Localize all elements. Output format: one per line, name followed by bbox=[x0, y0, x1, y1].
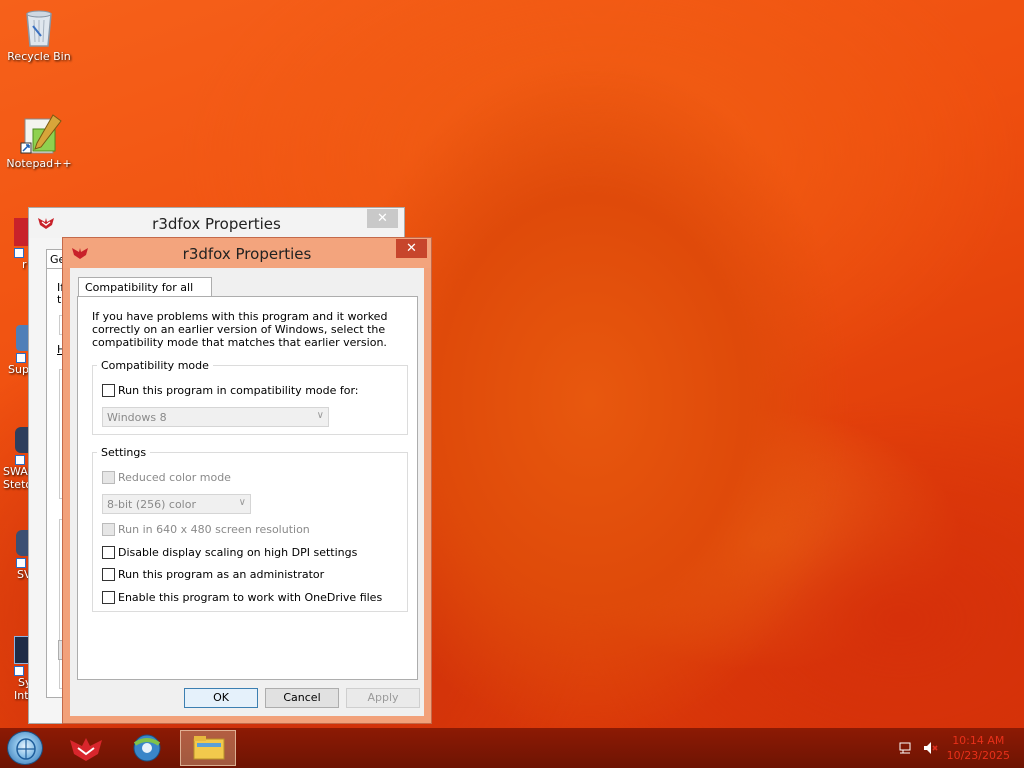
chevron-down-icon: ∨ bbox=[316, 410, 324, 421]
checkbox-label: Reduced color mode bbox=[118, 471, 231, 484]
group-legend: Compatibility mode bbox=[101, 359, 209, 372]
taskbar-file-explorer[interactable] bbox=[180, 730, 236, 766]
color-depth-dropdown: 8-bit (256) color ∨ bbox=[102, 494, 251, 514]
dropdown-value: Windows 8 bbox=[107, 411, 167, 424]
chevron-down-icon: ∨ bbox=[238, 497, 246, 508]
desktop-icon-recycle-bin[interactable]: Recycle Bin bbox=[1, 6, 77, 63]
shortcut-arrow-icon bbox=[14, 666, 24, 676]
shortcut-arrow-icon bbox=[14, 248, 24, 258]
r3dfox-icon bbox=[70, 738, 102, 761]
tab-compatibility-all-users[interactable]: Compatibility for all users bbox=[78, 277, 212, 307]
browser-globe-icon bbox=[133, 734, 161, 762]
disable-dpi-scaling-checkbox[interactable]: Disable display scaling on high DPI sett… bbox=[102, 546, 357, 559]
network-icon[interactable] bbox=[898, 740, 914, 756]
run-640x480-checkbox: Run in 640 x 480 screen resolution bbox=[102, 523, 310, 536]
window-title: r3dfox Properties bbox=[152, 215, 281, 233]
os-version-dropdown: Windows 8 ∨ bbox=[102, 407, 329, 427]
run-compat-mode-checkbox[interactable]: Run this program in compatibility mode f… bbox=[102, 384, 359, 397]
shortcut-arrow-icon bbox=[16, 558, 26, 568]
title-bar[interactable]: r3dfox Properties ✕ bbox=[29, 208, 404, 238]
shortcut-arrow-icon bbox=[16, 353, 26, 363]
checkbox-label: Enable this program to work with OneDriv… bbox=[118, 591, 383, 604]
folder-icon bbox=[193, 736, 225, 760]
shortcut-arrow-icon bbox=[15, 455, 25, 465]
checkbox-box bbox=[102, 523, 115, 536]
close-button[interactable]: ✕ bbox=[396, 239, 427, 258]
dialog-body: Compatibility for all users If you have … bbox=[70, 268, 424, 716]
checkbox-label: Disable display scaling on high DPI sett… bbox=[118, 546, 358, 559]
close-icon: ✕ bbox=[406, 241, 417, 256]
desktop-icon-label: Recycle Bin bbox=[7, 50, 71, 63]
system-clock[interactable]: 10:14 AM 10/23/2025 bbox=[947, 733, 1010, 763]
run-as-admin-checkbox[interactable]: Run this program as an administrator bbox=[102, 568, 324, 581]
checkbox-label: Run in 640 x 480 screen resolution bbox=[118, 523, 310, 536]
checkbox-box[interactable] bbox=[102, 384, 115, 397]
close-icon: ✕ bbox=[377, 211, 388, 226]
desktop-icon-partial-swa[interactable]: SWA Steto bbox=[3, 427, 33, 507]
checkbox-label: Run this program as an administrator bbox=[118, 568, 325, 581]
desktop-icon-label: Sup bbox=[8, 363, 29, 376]
recycle-bin-icon bbox=[19, 6, 59, 47]
taskbar: 10:14 AM 10/23/2025 bbox=[0, 728, 1024, 768]
dropdown-value: 8-bit (256) color bbox=[107, 498, 196, 511]
volume-muted-icon[interactable] bbox=[922, 740, 938, 756]
start-button[interactable] bbox=[7, 731, 43, 765]
app-icon bbox=[15, 427, 29, 453]
window-title: r3dfox Properties bbox=[182, 245, 312, 263]
checkbox-box bbox=[102, 471, 115, 484]
settings-group: Settings Reduced color mode 8-bit (256) … bbox=[92, 446, 408, 612]
checkbox-box[interactable] bbox=[102, 546, 115, 559]
desktop-icon-label: SWA bbox=[3, 465, 28, 478]
tab-panel: If you have problems with this program a… bbox=[77, 296, 418, 680]
taskbar-r3dfox[interactable] bbox=[58, 730, 114, 766]
clock-time: 10:14 AM bbox=[952, 734, 1005, 747]
desktop-icon-notepad-plus-plus[interactable]: Notepad++ bbox=[1, 113, 77, 170]
close-button[interactable]: ✕ bbox=[367, 209, 398, 228]
checkbox-box[interactable] bbox=[102, 568, 115, 581]
apply-button: Apply bbox=[346, 688, 420, 708]
checkbox-box[interactable] bbox=[102, 591, 115, 604]
compatibility-mode-group: Compatibility mode Run this program in c… bbox=[92, 359, 408, 435]
desktop-icon-label: Steto bbox=[3, 478, 33, 491]
intro-text: If you have problems with this program a… bbox=[92, 310, 388, 349]
start-globe-icon bbox=[16, 738, 36, 760]
checkbox-label: Run this program in compatibility mode f… bbox=[118, 384, 359, 397]
title-bar[interactable]: r3dfox Properties ✕ bbox=[63, 238, 431, 268]
ok-button[interactable]: OK bbox=[184, 688, 258, 708]
desktop-icon-label: Notepad++ bbox=[6, 157, 72, 170]
cancel-button[interactable]: Cancel bbox=[265, 688, 339, 708]
notepad-plus-plus-icon bbox=[19, 113, 62, 154]
properties-window[interactable]: r3dfox Properties ✕ Compatibility for al… bbox=[62, 237, 432, 724]
clock-date: 10/23/2025 bbox=[946, 749, 1010, 762]
taskbar-browser[interactable] bbox=[119, 730, 175, 766]
desktop-icon-partial-sup[interactable]: Sup bbox=[8, 325, 30, 387]
desktop-icon-label: r bbox=[22, 258, 27, 271]
onedrive-files-checkbox[interactable]: Enable this program to work with OneDriv… bbox=[102, 591, 382, 604]
reduced-color-mode-checkbox: Reduced color mode bbox=[102, 471, 231, 484]
group-legend: Settings bbox=[101, 446, 147, 459]
